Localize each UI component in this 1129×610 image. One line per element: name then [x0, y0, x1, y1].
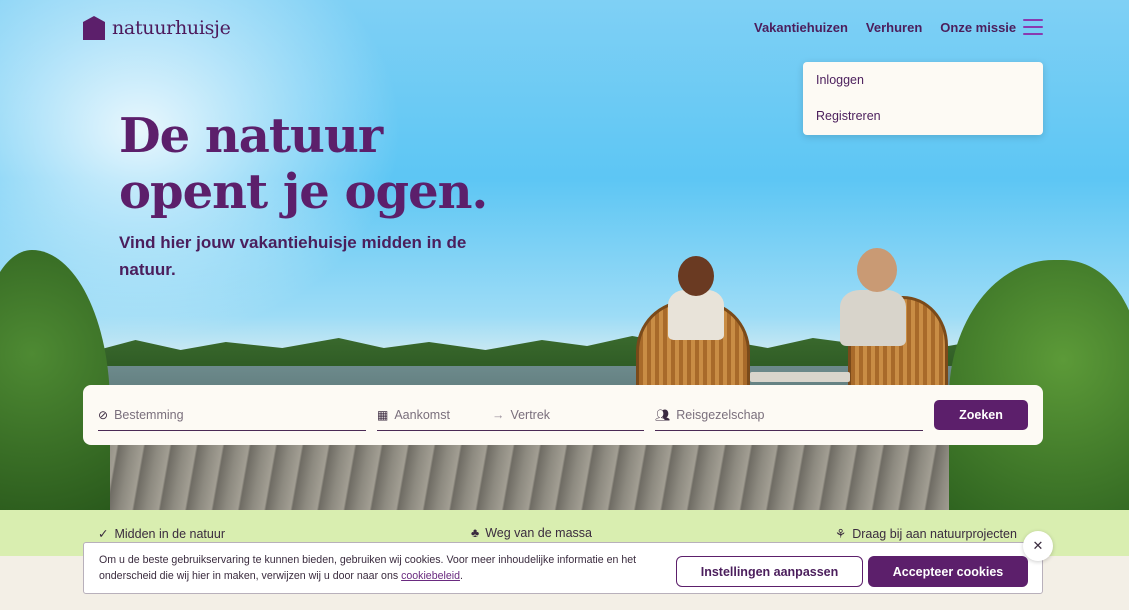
nav-item-onze-missie[interactable]: Onze missie [940, 20, 1016, 35]
check-icon: ✓ [98, 527, 109, 541]
guests-placeholder: Reisgezelschap [676, 408, 765, 422]
headline-line-2: opent je ogen. [119, 164, 488, 220]
brand-name: natuurhuisje [112, 17, 231, 39]
search-button[interactable]: Zoeken [934, 400, 1028, 430]
usp-label: Weg van de massa [485, 526, 592, 540]
people-icon: 👥︎ [655, 408, 671, 422]
usp-item: ✓ Midden in de natuur [98, 526, 225, 542]
cookie-text: Om u de beste gebruikservaring te kunnen… [99, 552, 669, 584]
hands-plant-icon: ⚘ [835, 527, 847, 541]
hero-headline: De natuur opent je ogen. [119, 108, 488, 220]
cookie-settings-button[interactable]: Instellingen aanpassen [676, 556, 863, 587]
login-link[interactable]: Inloggen [816, 73, 1030, 109]
search-bar: ⊘ Bestemming ▦ Aankomst → Vertrek 👥︎ Rei… [83, 385, 1043, 445]
brand-logo[interactable]: natuurhuisje [83, 16, 231, 40]
headline-line-1: De natuur [119, 108, 383, 164]
usp-label: Midden in de natuur [114, 526, 225, 541]
calendar-icon: ▦ [377, 408, 389, 422]
usp-item: ⚘ Draag bij aan natuurprojecten [835, 526, 1017, 542]
hero-subline: Vind hier jouw vakantiehuisje midden in … [119, 233, 467, 279]
nav-item-vakantiehuizen[interactable]: Vakantiehuizen [754, 20, 848, 35]
nav-item-verhuren[interactable]: Verhuren [866, 20, 922, 35]
account-dropdown: Inloggen Registreren [803, 62, 1043, 135]
guests-field[interactable]: 👥︎ Reisgezelschap [655, 400, 923, 431]
cookie-policy-link[interactable]: cookiebeleid [401, 570, 460, 582]
cookie-suffix: . [459, 570, 463, 582]
cookie-banner: Om u de beste gebruikservaring te kunnen… [83, 542, 1043, 594]
house-logo-icon [83, 16, 105, 40]
hamburger-menu-icon[interactable] [1023, 19, 1043, 35]
cookie-message: Om u de beste gebruikservaring te kunnen… [99, 554, 637, 582]
destination-placeholder: Bestemming [114, 408, 184, 422]
destination-field[interactable]: ⊘ Bestemming [98, 400, 366, 431]
compass-icon: ⊘ [98, 408, 109, 422]
departure-placeholder: Vertrek [510, 408, 551, 422]
tree-icon: ♣ [471, 526, 480, 540]
register-link[interactable]: Registreren [816, 109, 1030, 145]
accept-cookies-button[interactable]: Accepteer cookies [868, 556, 1028, 587]
usp-label: Draag bij aan natuurprojecten [852, 526, 1017, 541]
dates-field[interactable]: ▦ Aankomst → Vertrek [377, 400, 644, 431]
close-icon[interactable]: ✕ [1023, 531, 1053, 561]
main-nav: Vakantiehuizen Verhuren Onze missie [754, 20, 1016, 35]
usp-item: ♣ Weg van de massa [471, 526, 592, 540]
arrival-placeholder: Aankomst [394, 408, 450, 422]
arrow-right-icon: → [491, 408, 505, 422]
